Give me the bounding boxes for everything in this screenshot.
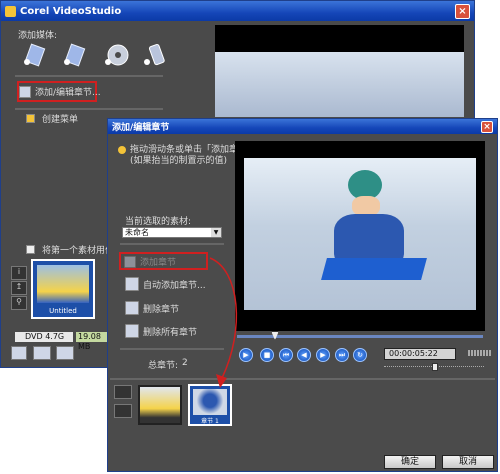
scrubber-handle[interactable] — [271, 331, 279, 340]
strip-right-button[interactable] — [114, 404, 132, 418]
chapter-thumb-2-image — [193, 389, 227, 415]
delete-all-label: 删除所有章节 — [143, 327, 198, 338]
chapter-thumb-2-label: 章节 1 — [201, 418, 219, 425]
up-button[interactable]: ↥ — [11, 281, 27, 295]
video-preview — [235, 141, 485, 331]
clip-select-value: 未命名 — [125, 228, 149, 237]
chapter-icon — [19, 85, 31, 98]
magnify-icon[interactable]: ⚲ — [11, 296, 27, 310]
chevron-down-icon: ▼ — [211, 228, 221, 237]
volume-meter[interactable] — [468, 350, 492, 356]
child-face — [352, 196, 380, 216]
checkbox-checked-icon — [26, 114, 35, 123]
add-disc-button[interactable] — [104, 42, 130, 68]
end-button[interactable]: ⏭ — [335, 348, 349, 362]
add-media-label: 添加媒体: — [18, 31, 58, 41]
disc-type-select[interactable]: DVD 4.7G — [15, 332, 73, 342]
jog-handle[interactable] — [432, 363, 438, 371]
strip-left-button[interactable] — [114, 385, 132, 399]
film-vcd-icon — [64, 43, 86, 67]
app-icon — [5, 5, 16, 17]
disc-icon — [105, 44, 129, 66]
auto-add-chapter-label: 自动添加章节... — [143, 280, 206, 291]
divider — [15, 75, 163, 77]
settings-icon[interactable] — [11, 346, 27, 360]
add-chapter-icon — [124, 255, 136, 268]
add-device-button[interactable] — [143, 42, 169, 68]
video-frame — [244, 158, 476, 310]
mobile-device-icon — [144, 43, 165, 66]
dialog-titlebar: 添加/编辑章节 × — [108, 119, 497, 134]
chapter-thumb-2[interactable]: 章节 1 — [188, 384, 232, 426]
divider — [15, 108, 163, 110]
chapter-thumb-1[interactable] — [138, 385, 182, 425]
delete-all-icon — [125, 324, 139, 338]
add-edit-chapter-label: 添加/编辑章节... — [35, 88, 101, 98]
film-icon — [24, 43, 46, 67]
sled — [321, 258, 427, 280]
jog-slider[interactable] — [384, 363, 484, 371]
bulb-icon — [118, 146, 126, 154]
main-title: Corel VideoStudio — [20, 5, 122, 17]
delete-chapter-label: 删除章节 — [143, 304, 180, 315]
dialog-title: 添加/编辑章节 — [112, 123, 170, 133]
preview-image — [215, 52, 464, 117]
size-readout: 19.08 MB — [76, 332, 108, 351]
dvd-icon[interactable] — [56, 346, 74, 360]
add-edit-chapter-button[interactable]: 添加/编辑章节... — [19, 85, 101, 98]
annotation-arrow — [209, 257, 238, 388]
selected-clip-label: 当前选取的素材: — [125, 217, 192, 227]
previous-frame-button[interactable]: ◀ — [297, 348, 311, 362]
delete-all-chapters-button[interactable]: 删除所有章节 — [125, 324, 197, 338]
timeline-scrubber[interactable] — [237, 331, 483, 340]
checkbox-icon — [26, 245, 35, 254]
add-video-button[interactable] — [23, 42, 49, 68]
divider — [120, 243, 224, 245]
thumbnail-label: Untitled — [49, 307, 77, 315]
clip-select[interactable]: 未命名 ▼ — [122, 227, 222, 238]
gear-icon[interactable] — [33, 346, 51, 360]
add-chapter-label: 添加章节 — [140, 258, 177, 268]
ok-button[interactable]: 确定 — [384, 455, 436, 469]
total-chapters-label: 总章节: — [148, 361, 179, 371]
stop-button[interactable]: ■ — [260, 348, 274, 362]
main-close-button[interactable]: × — [455, 3, 470, 19]
cancel-button[interactable]: 取消 — [442, 455, 494, 469]
delete-chapter-button[interactable]: 删除章节 — [125, 301, 179, 315]
thumbnail-image — [37, 265, 89, 303]
auto-add-chapter-button[interactable]: 自动添加章节... — [125, 277, 206, 291]
divider — [110, 378, 495, 380]
dialog-close-button[interactable]: × — [481, 120, 493, 133]
next-frame-button[interactable]: ▶ — [316, 348, 330, 362]
add-vcd-button[interactable] — [63, 42, 89, 68]
delete-chapter-icon — [125, 301, 139, 315]
create-menu-label: 创建菜单 — [42, 115, 79, 125]
main-thumbnail[interactable]: Untitled — [31, 259, 95, 319]
create-menu-checkbox[interactable]: 创建菜单 — [26, 112, 78, 125]
chapter-dialog: 添加/编辑章节 × 拖动滑动条或单击「添加章节」 (如果抬当的制置示的值) 当前选… — [107, 118, 498, 472]
repeat-button[interactable]: ↻ — [353, 348, 367, 362]
home-button[interactable]: ⏮ — [279, 348, 293, 362]
hint-line2: (如果抬当的制置示的值) — [130, 156, 228, 166]
auto-chapter-icon — [125, 277, 139, 291]
total-chapters-value: 2 — [182, 358, 188, 368]
main-titlebar: Corel VideoStudio × — [1, 1, 474, 21]
timecode-field[interactable]: 00:00:05:22 — [384, 348, 456, 360]
info-button[interactable]: i — [11, 266, 27, 280]
add-chapter-button[interactable]: 添加章节 — [124, 255, 176, 268]
preview-area — [215, 25, 464, 117]
